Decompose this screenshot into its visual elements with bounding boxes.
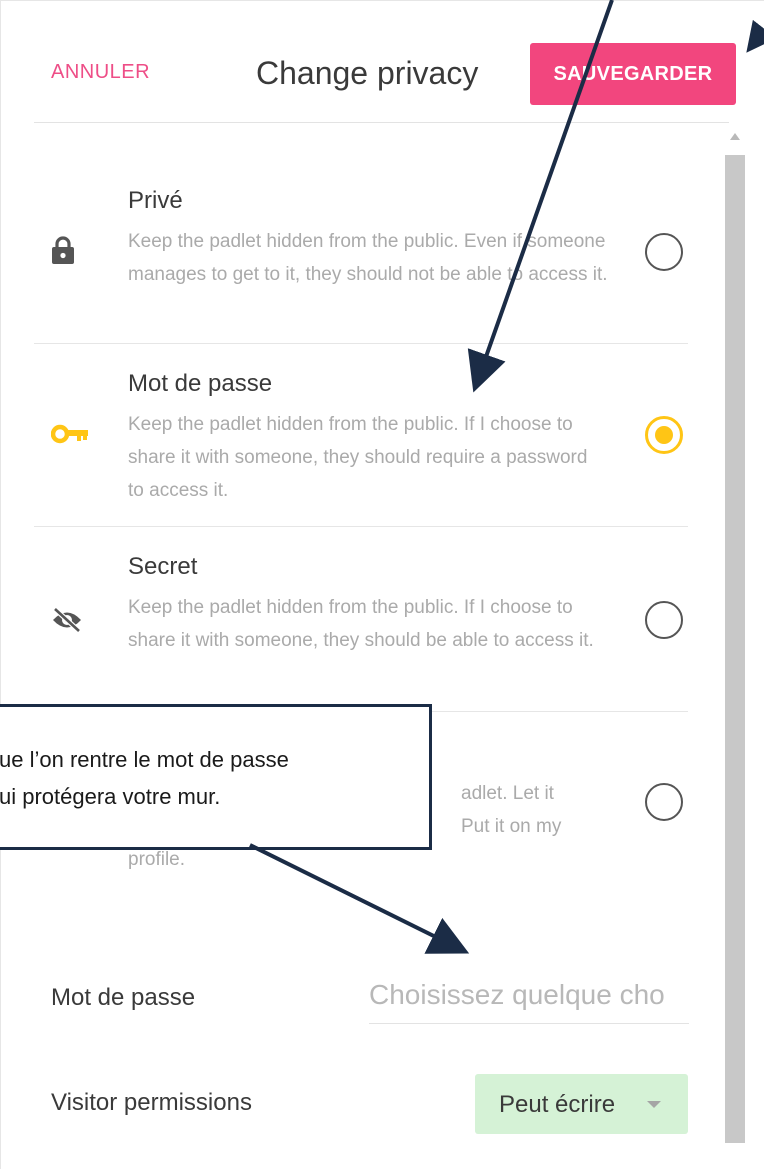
privacy-dialog: ANNULER Change privacy SAUVEGARDER Privé… bbox=[0, 0, 764, 1169]
password-input[interactable] bbox=[369, 967, 689, 1024]
option-divider bbox=[34, 343, 688, 344]
header-divider bbox=[34, 122, 729, 123]
permission-value: Peut écrire bbox=[499, 1091, 616, 1118]
eye-off-icon bbox=[51, 607, 83, 638]
scrollbar[interactable] bbox=[725, 127, 745, 1143]
scroll-up-arrow-icon[interactable] bbox=[730, 133, 740, 140]
privacy-option-secret[interactable]: Secret Keep the padlet hidden from the p… bbox=[21, 549, 689, 709]
dialog-title: Change privacy bbox=[256, 55, 479, 91]
visitor-permissions-label: Visitor permissions bbox=[51, 1089, 252, 1116]
option-title: Privé bbox=[128, 187, 183, 214]
radio-secret[interactable] bbox=[645, 601, 683, 639]
radio-password[interactable] bbox=[645, 416, 683, 454]
scroll-thumb[interactable] bbox=[725, 155, 745, 1143]
option-description: Keep the padlet hidden from the public. … bbox=[128, 414, 588, 501]
callout-line-1: ue l’on rentre le mot de passe bbox=[0, 747, 289, 772]
caret-down-icon bbox=[647, 1101, 661, 1108]
visitor-permissions-select[interactable]: Peut écrire bbox=[475, 1074, 688, 1134]
option-title: Mot de passe bbox=[128, 370, 273, 397]
option-description: Keep the padlet hidden from the public. … bbox=[128, 597, 594, 651]
radio-public[interactable] bbox=[645, 783, 683, 821]
radio-private[interactable] bbox=[645, 233, 683, 271]
option-description: Keep the padlet hidden from the public. … bbox=[128, 231, 608, 285]
save-button[interactable]: SAUVEGARDER bbox=[530, 43, 736, 105]
dialog-header: ANNULER Change privacy SAUVEGARDER bbox=[1, 1, 764, 123]
option-description-fragment: adlet. Let it bbox=[461, 783, 554, 804]
callout-line-2: ui protégera votre mur. bbox=[0, 784, 221, 809]
key-icon bbox=[50, 424, 89, 449]
option-title: Secret bbox=[128, 553, 198, 580]
lock-icon bbox=[51, 235, 75, 270]
save-button-label: SAUVEGARDER bbox=[553, 62, 713, 85]
privacy-option-password[interactable]: Mot de passe Keep the padlet hidden from… bbox=[21, 366, 689, 526]
privacy-option-private[interactable]: Privé Keep the padlet hidden from the pu… bbox=[21, 181, 689, 341]
annotation-callout: ue l’on rentre le mot de passe ui protég… bbox=[0, 704, 432, 850]
password-label: Mot de passe bbox=[51, 984, 196, 1011]
cancel-button[interactable]: ANNULER bbox=[51, 61, 150, 84]
option-description-fragment: Put it on my bbox=[461, 816, 562, 837]
option-divider bbox=[34, 526, 688, 527]
